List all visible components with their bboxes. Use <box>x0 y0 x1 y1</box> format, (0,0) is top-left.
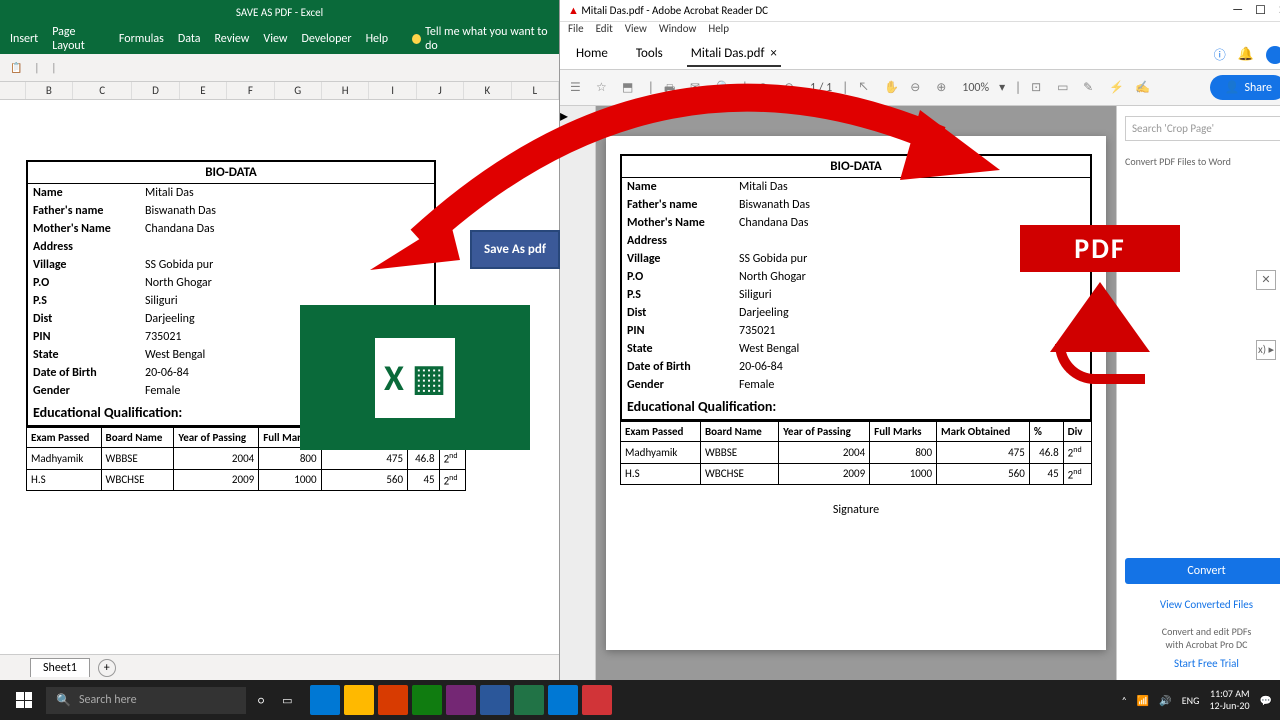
acrobat-titlebar: ▲ Mitali Das.pdf - Adobe Acrobat Reader … <box>560 0 1280 22</box>
zoom-level[interactable]: 100% <box>962 81 989 95</box>
page-down-icon[interactable]: ⊙ <box>784 80 800 96</box>
acrobat-title: ▲ Mitali Das.pdf - Adobe Acrobat Reader … <box>568 4 768 17</box>
mail-icon[interactable]: ✉ <box>690 80 706 96</box>
edge-icon[interactable] <box>310 685 340 715</box>
minimize-icon[interactable]: — <box>1232 3 1243 18</box>
tab-tools[interactable]: Tools <box>632 42 667 67</box>
vscode-icon[interactable] <box>446 685 476 715</box>
ribbon-tab[interactable]: Page Layout <box>52 25 105 53</box>
ribbon-tab[interactable]: Formulas <box>119 32 164 46</box>
hand-icon[interactable]: ✋ <box>884 80 900 96</box>
view-files-link[interactable]: View Converted Files <box>1125 598 1280 611</box>
menu-view[interactable]: View <box>625 22 647 40</box>
language-indicator[interactable]: ENG <box>1182 694 1200 707</box>
trial-link[interactable]: Start Free Trial <box>1125 657 1280 670</box>
print-icon[interactable]: 🖶 <box>664 80 680 96</box>
acrobat-tabs: Home Tools Mitali Das.pdf × ⓘ 🔔 <box>560 40 1280 70</box>
signin-link[interactable]: ⓘ <box>1214 46 1226 63</box>
chrome-icon[interactable] <box>548 685 578 715</box>
windows-taskbar: 🔍 Search here ○ ▭ ˄ 📶 🔊 ENG 11:07 AM 12-… <box>0 680 1280 720</box>
page-up-icon[interactable]: ⊙ <box>758 80 774 96</box>
menu-window[interactable]: Window <box>659 22 697 40</box>
paste-icon[interactable]: 📋 <box>10 61 22 74</box>
menu-file[interactable]: File <box>568 22 584 40</box>
menu-help[interactable]: Help <box>708 22 729 40</box>
search-icon[interactable]: 🔍 <box>716 80 732 96</box>
highlight-icon[interactable]: ⚡ <box>1109 80 1125 96</box>
sign-icon[interactable]: ✍ <box>1135 80 1151 96</box>
tab-document[interactable]: Mitali Das.pdf × <box>687 42 781 67</box>
biodata-title: BIO-DATA <box>28 162 434 184</box>
acrobat-toolbar: ☰ ☆ ⬒ │ 🖶 ✉ 🔍 │ ⊙ ⊙ 1 / 1 │ ↖ ✋ ⊖ ⊕ 100%… <box>560 70 1280 106</box>
acrobat-left-rail[interactable]: ▸ <box>560 106 596 680</box>
ribbon-tab[interactable]: View <box>263 32 287 46</box>
zoom-in-icon[interactable]: ⊕ <box>936 80 952 96</box>
tools-search-input[interactable]: Search 'Crop Page' <box>1125 116 1280 141</box>
mail-app-icon[interactable] <box>412 685 442 715</box>
star-icon[interactable]: ☆ <box>596 80 612 96</box>
taskbar-search[interactable]: 🔍 Search here <box>46 687 246 714</box>
page-indicator: 1 / 1 <box>810 81 832 95</box>
explorer-icon[interactable] <box>344 685 374 715</box>
sheet-tab[interactable]: Sheet1 <box>30 658 90 677</box>
promo-text: Convert and edit PDFs with Acrobat Pro D… <box>1125 625 1280 670</box>
maximize-icon[interactable]: ☐ <box>1255 3 1266 18</box>
store-icon[interactable] <box>378 685 408 715</box>
convert-heading: Convert PDF Files to Word <box>1125 155 1280 168</box>
word-icon[interactable] <box>480 685 510 715</box>
ribbon-tab[interactable]: Data <box>178 32 201 46</box>
excel-ribbon: Insert Page Layout Formulas Data Review … <box>0 24 559 54</box>
ribbon-tab[interactable]: Review <box>215 32 250 46</box>
cortana-icon[interactable]: ○ <box>252 694 270 707</box>
sidebar-icon[interactable]: ☰ <box>570 80 586 96</box>
taskview-icon[interactable]: ▭ <box>276 694 298 707</box>
ribbon-tab[interactable]: Insert <box>10 32 38 46</box>
volume-icon[interactable]: 🔊 <box>1159 694 1171 707</box>
avatar-icon[interactable] <box>1266 46 1280 64</box>
notifications-icon[interactable]: 💬 <box>1260 694 1272 707</box>
tab-home[interactable]: Home <box>572 42 612 67</box>
clock[interactable]: 11:07 AM 12-Jun-20 <box>1209 688 1249 712</box>
add-sheet-button[interactable]: + <box>98 659 116 677</box>
ribbon-tab[interactable]: Help <box>366 32 389 46</box>
pdf-badge: PDF <box>1020 225 1180 412</box>
excel-title: SAVE AS PDF - Excel <box>0 0 559 24</box>
close-panel-icon[interactable]: ✕ <box>1256 270 1276 290</box>
fit-icon[interactable]: ⊡ <box>1031 80 1047 96</box>
save-as-pdf-button[interactable]: Save As pdf <box>470 230 560 269</box>
bell-icon[interactable]: 🔔 <box>1238 47 1254 62</box>
excel-app-icon[interactable] <box>514 685 544 715</box>
adobe-pdf-icon <box>1050 282 1150 402</box>
expand-panel-icon[interactable]: x) ▸ <box>1256 340 1276 360</box>
bulb-icon <box>412 34 421 44</box>
convert-button[interactable]: Convert <box>1125 558 1280 584</box>
acrobat-menubar: File Edit View Window Help <box>560 22 1280 40</box>
pdf-label: PDF <box>1020 225 1180 272</box>
signature-label: Signature <box>620 503 1092 517</box>
column-headers: B C D E F G H I J K L <box>0 82 559 100</box>
view-icon[interactable]: ▭ <box>1057 80 1073 96</box>
edit-icon[interactable]: ✎ <box>1083 80 1099 96</box>
quick-access-toolbar: 📋 ││ <box>0 54 559 82</box>
tell-me-search[interactable]: Tell me what you want to do <box>412 25 549 53</box>
sheet-tabs: Sheet1 + <box>0 654 559 680</box>
zoom-out-icon[interactable]: ⊖ <box>910 80 926 96</box>
menu-edit[interactable]: Edit <box>596 22 613 40</box>
pointer-icon[interactable]: ↖ <box>858 80 874 96</box>
acrobat-app-icon[interactable] <box>582 685 612 715</box>
wifi-icon[interactable]: 📶 <box>1137 694 1149 707</box>
share-button[interactable]: 👤 Share <box>1210 75 1280 100</box>
ribbon-tab[interactable]: Developer <box>301 32 351 46</box>
excel-logo-icon: X ▦ <box>300 305 530 450</box>
cloud-icon[interactable]: ⬒ <box>622 80 638 96</box>
start-button[interactable] <box>8 684 40 716</box>
tray-chevron-icon[interactable]: ˄ <box>1122 694 1127 707</box>
